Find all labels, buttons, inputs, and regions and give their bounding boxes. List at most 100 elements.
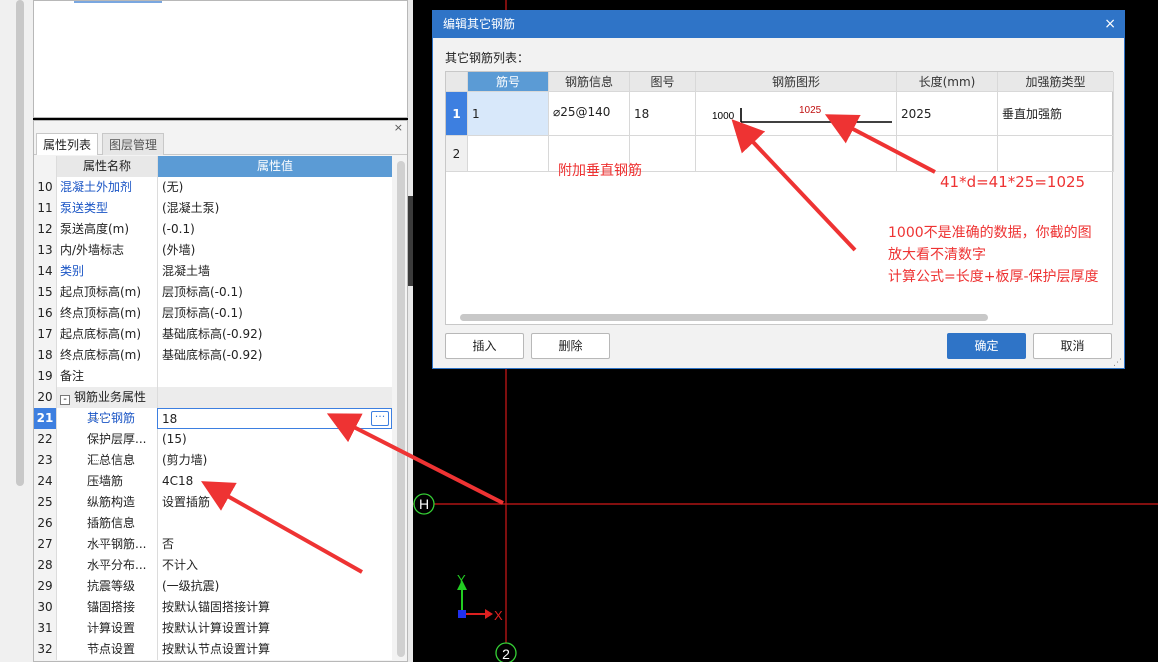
property-value[interactable]: 按默认计算设置计算 bbox=[157, 618, 392, 639]
property-row[interactable]: 21 其它钢筋 18 ··· bbox=[34, 408, 392, 429]
property-row[interactable]: 29 抗震等级 (一级抗震) bbox=[34, 576, 392, 597]
property-value[interactable] bbox=[157, 387, 392, 408]
property-value[interactable] bbox=[157, 366, 392, 387]
property-value[interactable]: 按默认节点设置计算 bbox=[157, 639, 392, 660]
property-row[interactable]: 11 泵送类型 (混凝土泵) bbox=[34, 198, 392, 219]
property-value[interactable]: 设置插筋 bbox=[157, 492, 392, 513]
rebar-row[interactable]: 2 bbox=[446, 136, 1114, 172]
rebar-length-cell[interactable] bbox=[897, 136, 998, 172]
property-row-num: 17 bbox=[34, 324, 56, 345]
property-row[interactable]: 15 起点顶标高(m) 层顶标高(-0.1) bbox=[34, 282, 392, 303]
property-value[interactable]: (混凝土泵) bbox=[157, 198, 392, 219]
rebar-bar-no-cell[interactable] bbox=[468, 136, 549, 172]
property-value[interactable]: (无) bbox=[157, 177, 392, 198]
property-value[interactable]: (一级抗震) bbox=[157, 576, 392, 597]
property-row[interactable]: 17 起点底标高(m) 基础底标高(-0.92) bbox=[34, 324, 392, 345]
tab-property-list[interactable]: 属性列表 bbox=[36, 133, 99, 155]
grid-horizontal-scrollbar[interactable] bbox=[460, 314, 988, 321]
rebar-length-cell[interactable]: 2025 bbox=[897, 92, 998, 136]
property-value[interactable]: 4C18 bbox=[157, 471, 392, 492]
property-row[interactable]: 13 内/外墙标志 (外墙) bbox=[34, 240, 392, 261]
rebar-bar-no-cell[interactable]: 1 bbox=[468, 92, 549, 136]
property-row-num: 11 bbox=[34, 198, 56, 219]
property-row[interactable]: 24 压墙筋 4C18 bbox=[34, 471, 392, 492]
property-row-num: 30 bbox=[34, 597, 56, 618]
dialog-close-icon[interactable]: × bbox=[1104, 11, 1116, 38]
property-value[interactable]: 混凝土墙 bbox=[157, 261, 392, 282]
property-row[interactable]: 12 泵送高度(m) (-0.1) bbox=[34, 219, 392, 240]
property-row[interactable]: 32 节点设置 按默认节点设置计算 bbox=[34, 639, 392, 660]
property-row-num: 22 bbox=[34, 429, 56, 450]
property-row[interactable]: 20- 钢筋业务属性 bbox=[34, 387, 392, 408]
property-scrollbar[interactable] bbox=[397, 161, 405, 657]
property-value[interactable]: 按默认锚固搭接计算 bbox=[157, 597, 392, 618]
property-name: 抗震等级 bbox=[56, 576, 157, 597]
property-value-text: 不计入 bbox=[162, 558, 199, 572]
tree-connector bbox=[89, 439, 107, 440]
rebar-list-label: 其它钢筋列表： bbox=[445, 51, 530, 65]
property-value[interactable]: (剪力墙) bbox=[157, 450, 392, 471]
ellipsis-button[interactable]: ··· bbox=[371, 411, 389, 426]
property-row[interactable]: 14 类别 混凝土墙 bbox=[34, 261, 392, 282]
rebar-row-num[interactable]: 2 bbox=[446, 136, 468, 172]
property-row[interactable]: 16 终点顶标高(m) 层顶标高(-0.1) bbox=[34, 303, 392, 324]
rebar-type-cell[interactable]: 垂直加强筋 bbox=[998, 92, 1114, 136]
property-row[interactable]: 18 终点底标高(m) 基础底标高(-0.92) bbox=[34, 345, 392, 366]
property-value-text: 设置插筋 bbox=[162, 495, 211, 509]
rebar-type-cell[interactable] bbox=[998, 136, 1114, 172]
property-value[interactable]: 层顶标高(-0.1) bbox=[157, 303, 392, 324]
property-value[interactable]: 基础底标高(-0.92) bbox=[157, 345, 392, 366]
left-scrollbar[interactable] bbox=[16, 0, 24, 486]
property-value[interactable]: (-0.1) bbox=[157, 219, 392, 240]
header-num bbox=[34, 156, 56, 177]
property-row[interactable]: 23 汇总信息 (剪力墙) bbox=[34, 450, 392, 471]
delete-button[interactable]: 删除 bbox=[531, 333, 610, 359]
property-name-text: 泵送类型 bbox=[60, 201, 109, 215]
property-value[interactable]: 否 bbox=[157, 534, 392, 555]
cancel-button[interactable]: 取消 bbox=[1033, 333, 1112, 359]
annotation-note-line2: 放大看不清数字 bbox=[888, 247, 986, 263]
rebar-shape-cell[interactable] bbox=[696, 136, 897, 172]
rebar-fig-cell[interactable]: 18 bbox=[630, 92, 696, 136]
tab-layer-management[interactable]: 图层管理 bbox=[102, 133, 165, 155]
property-row[interactable]: 19 备注 bbox=[34, 366, 392, 387]
rebar-shape-cell[interactable]: 1000 1025 bbox=[696, 92, 897, 136]
property-row[interactable]: 26 插筋信息 bbox=[34, 513, 392, 534]
property-value[interactable]: (外墙) bbox=[157, 240, 392, 261]
property-value[interactable]: 层顶标高(-0.1) bbox=[157, 282, 392, 303]
ok-button[interactable]: 确定 bbox=[947, 333, 1026, 359]
property-row-num: 27 bbox=[34, 534, 56, 555]
property-row-num: 18 bbox=[34, 345, 56, 366]
property-name: 计算设置 bbox=[56, 618, 157, 639]
property-row[interactable]: 10 混凝土外加剂 (无) bbox=[34, 177, 392, 198]
property-row[interactable]: 22 保护层厚... (15) bbox=[34, 429, 392, 450]
property-value[interactable]: 18 ··· bbox=[157, 408, 392, 429]
rebar-info-cell[interactable]: ⌀25@140 bbox=[549, 92, 630, 136]
tree-connector bbox=[89, 565, 107, 566]
property-row[interactable]: 25 纵筋构造 设置插筋 bbox=[34, 492, 392, 513]
property-name-text: 备注 bbox=[60, 369, 85, 383]
property-value-text: (无) bbox=[162, 180, 184, 194]
resize-grip-icon[interactable]: ⋰ bbox=[1113, 358, 1122, 368]
property-name: 终点底标高(m) bbox=[56, 345, 157, 366]
property-name-text: 终点底标高(m) bbox=[60, 348, 142, 362]
property-value[interactable]: 基础底标高(-0.92) bbox=[157, 324, 392, 345]
rebar-row[interactable]: 1 1 ⌀25@140 18 1000 1025 2025 垂直加强筋 bbox=[446, 92, 1114, 136]
collapse-toggle-icon[interactable]: - bbox=[60, 395, 70, 405]
property-name-text: 终点顶标高(m) bbox=[60, 306, 142, 320]
property-value[interactable] bbox=[157, 513, 392, 534]
property-row[interactable]: 31 计算设置 按默认计算设置计算 bbox=[34, 618, 392, 639]
property-row[interactable]: 27 水平钢筋... 否 bbox=[34, 534, 392, 555]
property-row-num: 16 bbox=[34, 303, 56, 324]
axis-label-h: H bbox=[419, 496, 429, 512]
dialog-titlebar[interactable]: 编辑其它钢筋 × bbox=[433, 11, 1124, 38]
property-value[interactable]: 不计入 bbox=[157, 555, 392, 576]
property-name: 节点设置 bbox=[56, 639, 157, 660]
property-row[interactable]: 28 水平分布... 不计入 bbox=[34, 555, 392, 576]
property-row[interactable]: 30 锚固搭接 按默认锚固搭接计算 bbox=[34, 597, 392, 618]
rebar-row-num[interactable]: 1 bbox=[446, 92, 468, 136]
property-value[interactable]: (15) bbox=[157, 429, 392, 450]
property-name-text: 起点底标高(m) bbox=[60, 327, 142, 341]
annotation-note-line1: 1000不是准确的数据，你截的图 bbox=[888, 225, 1092, 241]
insert-button[interactable]: 插入 bbox=[445, 333, 524, 359]
